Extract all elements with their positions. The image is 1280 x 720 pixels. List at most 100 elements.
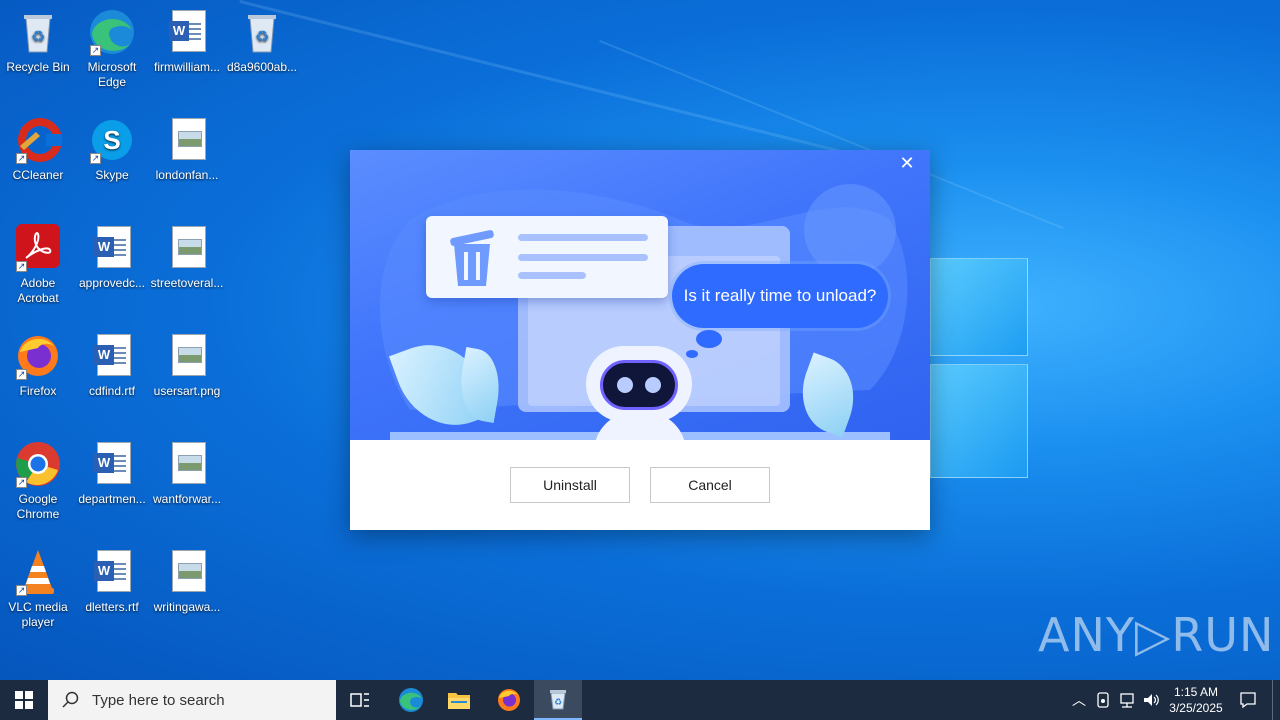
device-icon: [1097, 692, 1109, 708]
taskbar-firefox[interactable]: [488, 680, 530, 720]
word-document-icon: W: [88, 332, 136, 380]
uninstaller-icon: ♻: [550, 690, 566, 710]
image-file-icon: [163, 116, 211, 164]
shortcut-arrow-icon: ↗: [90, 45, 101, 56]
desktop-icon-label: Firefox: [19, 384, 57, 398]
desktop-icon-label: Microsoft Edge: [87, 60, 137, 89]
desktop-icon-file[interactable]: streetoveral...: [149, 224, 225, 291]
desktop-icon-label: approvedc...: [78, 276, 146, 290]
shortcut-arrow-icon: ↗: [16, 477, 27, 488]
word-document-icon: W: [88, 440, 136, 488]
desktop-icon-uninstaller[interactable]: ♻ d8a9600ab...: [224, 8, 300, 75]
taskbar-search-box[interactable]: Type here to search: [48, 680, 336, 720]
cancel-button[interactable]: Cancel: [650, 467, 770, 503]
skype-icon: S ↗: [88, 116, 136, 164]
desktop-icon-label: Skype: [95, 168, 129, 182]
desktop-icon-google-chrome[interactable]: ↗ Google Chrome: [0, 440, 76, 522]
notification-icon: [1240, 692, 1256, 709]
shortcut-arrow-icon: ↗: [16, 153, 27, 164]
word-document-icon: W: [88, 224, 136, 272]
robot-mascot: [586, 346, 692, 422]
desktop-icon-file[interactable]: W firmwilliam...: [149, 8, 225, 75]
desktop: ♻ Recycle Bin ↗ CCleaner ↗ Adobe Acrobat…: [0, 0, 1280, 680]
robot-face: [600, 360, 678, 410]
robot-eye: [645, 377, 661, 393]
chrome-icon: ↗: [14, 440, 62, 488]
image-file-icon: [163, 440, 211, 488]
dialog-button-bar: Uninstall Cancel: [350, 440, 930, 530]
desktop-icon-file[interactable]: W departmen...: [74, 440, 150, 507]
taskbar-clock[interactable]: 1:15 AM 3/25/2025: [1164, 680, 1228, 720]
light-beam: [239, 0, 920, 173]
desktop-icon-file[interactable]: W cdfind.rtf: [74, 332, 150, 399]
vlc-icon: ↗: [14, 548, 62, 596]
clock-date: 3/25/2025: [1169, 701, 1223, 715]
svg-text:♻: ♻: [554, 697, 562, 707]
shortcut-arrow-icon: ↗: [90, 153, 101, 164]
desktop-icon-label: d8a9600ab...: [226, 60, 298, 74]
desktop-icon-ccleaner[interactable]: ↗ CCleaner: [0, 116, 76, 183]
windows-wallpaper-logo: [930, 240, 1030, 480]
desktop-icon-firefox[interactable]: ↗ Firefox: [0, 332, 76, 399]
firefox-icon: [498, 689, 520, 711]
show-hidden-icons-button[interactable]: ︿: [1068, 680, 1090, 720]
firefox-icon: ↗: [14, 332, 62, 380]
taskbar-uninstaller-active[interactable]: ♻: [534, 680, 582, 720]
desktop-icon-label: Adobe Acrobat: [17, 276, 59, 305]
desktop-icon-label: Google Chrome: [16, 492, 60, 521]
shortcut-arrow-icon: ↗: [16, 585, 27, 596]
edge-icon: [399, 688, 423, 712]
desktop-icon-skype[interactable]: S ↗ Skype: [74, 116, 150, 183]
tray-device-icon[interactable]: [1092, 680, 1114, 720]
speech-bubble-dot: [696, 330, 722, 348]
clock-time: 1:15 AM: [1173, 685, 1219, 699]
search-icon: [62, 691, 79, 708]
volume-icon: [1144, 694, 1159, 706]
uninstall-button[interactable]: Uninstall: [510, 467, 630, 503]
edge-icon: ↗: [88, 8, 136, 56]
desktop-icon-label: streetoveral...: [150, 276, 224, 290]
svg-text:♻: ♻: [31, 29, 45, 46]
desktop-icon-file[interactable]: usersart.png: [149, 332, 225, 399]
trash-can-icon: [450, 230, 494, 286]
desktop-icon-file[interactable]: londonfan...: [149, 116, 225, 183]
desktop-icon-vlc[interactable]: ↗ VLC media player: [0, 548, 76, 630]
windows-start-icon: [15, 691, 33, 709]
recycle-bin-icon: ♻: [14, 8, 62, 56]
tray-network-icon[interactable]: [1116, 680, 1138, 720]
show-desktop-button[interactable]: [1272, 680, 1280, 720]
svg-text:S: S: [103, 125, 120, 155]
desktop-icon-microsoft-edge[interactable]: ↗ Microsoft Edge: [74, 8, 150, 90]
close-button[interactable]: ✕: [896, 152, 918, 174]
robot-eye: [617, 377, 633, 393]
desktop-icon-label: departmen...: [78, 492, 146, 506]
speech-bubble-dot: [686, 350, 698, 358]
recycle-bin-icon: ♻: [238, 8, 286, 56]
taskbar-edge[interactable]: [390, 680, 432, 720]
task-view-button[interactable]: [340, 680, 380, 720]
word-document-icon: W: [88, 548, 136, 596]
start-button[interactable]: [0, 680, 48, 720]
file-explorer-icon: [448, 693, 470, 709]
image-file-icon: [163, 332, 211, 380]
tray-volume-icon[interactable]: [1140, 680, 1162, 720]
desktop-icon-adobe-acrobat[interactable]: ↗ Adobe Acrobat: [0, 224, 76, 306]
desktop-icon-label: CCleaner: [12, 168, 64, 182]
desktop-icon-file[interactable]: writingawa...: [149, 548, 225, 615]
chevron-up-icon: ︿: [1072, 692, 1086, 708]
desktop-icon-label: VLC media player: [8, 600, 68, 629]
acrobat-icon: ↗: [14, 224, 62, 272]
desktop-icon-file[interactable]: W dletters.rtf: [74, 548, 150, 615]
desktop-icon-file[interactable]: W approvedc...: [74, 224, 150, 291]
desktop-icon-recycle-bin[interactable]: ♻ Recycle Bin: [0, 8, 76, 75]
desktop-icon-file[interactable]: wantforwar...: [149, 440, 225, 507]
shortcut-arrow-icon: ↗: [16, 369, 27, 380]
action-center-button[interactable]: [1234, 680, 1262, 720]
desktop-icon-label: londonfan...: [155, 168, 219, 182]
desktop-icon-label: firmwilliam...: [154, 60, 220, 74]
taskbar: Type here to search ♻ ︿ 1:15 AM 3/25/202…: [0, 680, 1280, 720]
desktop-icon-label: Recycle Bin: [6, 60, 70, 74]
taskbar-file-explorer[interactable]: [438, 680, 480, 720]
uninstall-dialog: Is it really time to unload? ✕ Uninstall…: [350, 150, 930, 530]
image-file-icon: [163, 548, 211, 596]
